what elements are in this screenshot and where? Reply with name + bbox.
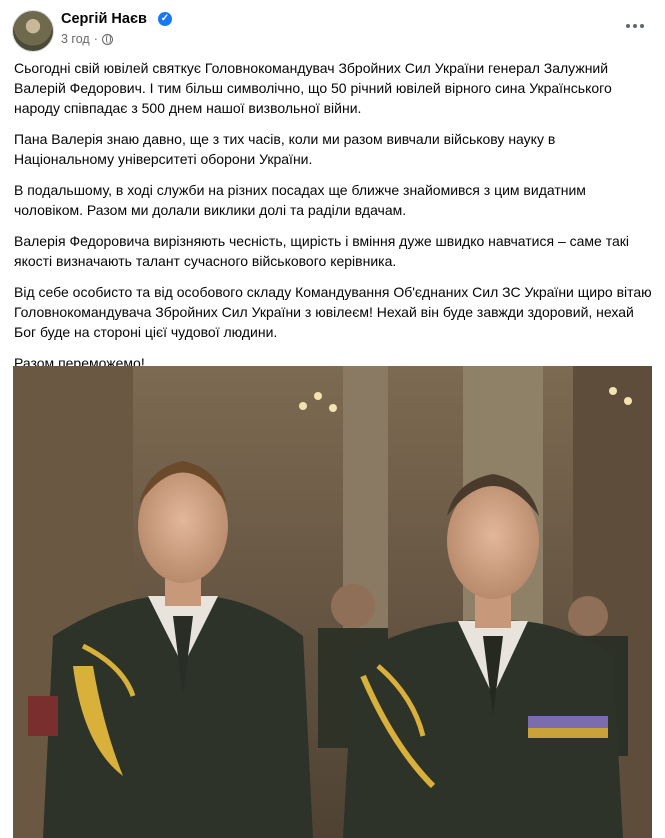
post-paragraph: Від себе особисто та від особового склад… (14, 284, 652, 340)
post-meta: 3 год · (61, 32, 113, 46)
post-paragraph: Сьогодні свій ювілей святкує Головнокома… (14, 60, 612, 116)
post-timestamp[interactable]: 3 год (61, 32, 90, 46)
post-text: Сьогодні свій ювілей святкує Головнокома… (14, 58, 654, 384)
post-header: Сергій Наєв ✓ 3 год · (12, 10, 653, 54)
post-paragraph: Валерія Федоровича вирізняють чесність, … (14, 233, 630, 269)
post-paragraph: В подальшому, в ході служби на різних по… (14, 182, 586, 218)
globe-icon[interactable] (101, 33, 113, 45)
photo-two-officers (13, 366, 652, 838)
post-card: Сергій Наєв ✓ 3 год · Сьогодні свій ювіл… (0, 0, 665, 838)
more-options-icon[interactable] (621, 16, 649, 36)
meta-separator: · (93, 32, 98, 46)
verified-badge-icon: ✓ (158, 12, 172, 26)
post-photo[interactable] (13, 366, 652, 838)
author-name[interactable]: Сергій Наєв (61, 11, 147, 27)
author-avatar[interactable] (12, 10, 54, 52)
post-paragraph: Пана Валерія знаю давно, ще з тих часів,… (14, 131, 556, 167)
